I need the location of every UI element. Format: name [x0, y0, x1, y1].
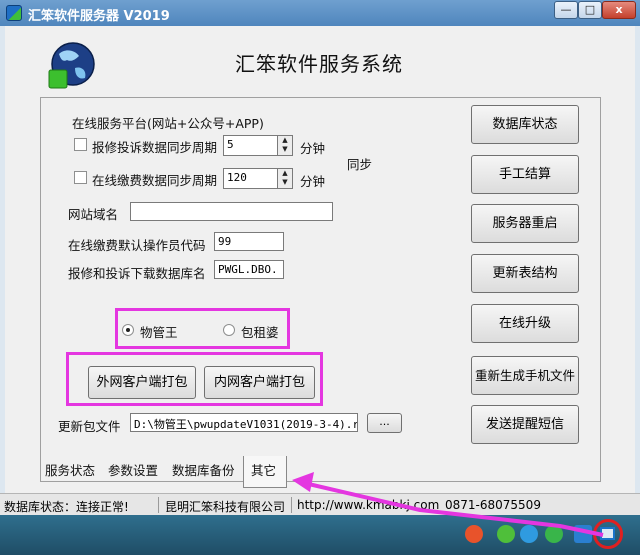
close-button[interactable]: x [602, 1, 636, 19]
sogou-input-icon[interactable] [465, 525, 483, 543]
internal-client-package-button[interactable]: 内网客户端打包 [204, 366, 315, 399]
app-tray-icon[interactable] [574, 525, 592, 543]
tab-database-backup[interactable]: 数据库备份 [172, 460, 235, 479]
maximize-button[interactable]: □ [578, 1, 602, 19]
tab-parameter-settings[interactable]: 参数设置 [108, 460, 158, 479]
repair-sync-label: 报修投诉数据同步周期 [92, 140, 218, 155]
db-status-button[interactable]: 数据库状态 [471, 105, 579, 144]
update-file-label: 更新包文件 [58, 419, 121, 434]
tab-other-label: 其它 [251, 463, 277, 478]
radio-baozupo-label: 包租婆 [241, 325, 279, 340]
repair-sync-unit: 分钟 [300, 141, 326, 156]
page-title: 汇笨软件服务系统 [235, 52, 403, 76]
status-bar: 数据库状态：连接正常! 昆明汇笨科技有限公司 http://www.kmabkj… [0, 493, 640, 515]
repair-sync-input[interactable]: 5 [223, 135, 278, 156]
external-client-package-button[interactable]: 外网客户端打包 [88, 366, 196, 399]
repair-sync-checkbox[interactable] [74, 138, 87, 151]
phone-text: 0871-68075509 [445, 498, 541, 512]
app-icon [6, 5, 22, 21]
server-tray-icon[interactable] [600, 527, 615, 540]
network-icon[interactable] [520, 525, 538, 543]
payment-sync-input[interactable]: 120 [223, 168, 278, 189]
update-table-structure-button[interactable]: 更新表结构 [471, 254, 579, 293]
website-text: http://www.kmabkj.com [297, 498, 440, 512]
operator-code-input[interactable]: 99 [214, 232, 284, 251]
tab-other[interactable]: 其它 [243, 456, 287, 488]
globe-logo-icon [48, 42, 95, 89]
sync-label: 同步 [347, 157, 373, 172]
minimize-button[interactable]: — [554, 1, 578, 19]
status-separator [158, 497, 159, 513]
server-restart-button[interactable]: 服务器重启 [471, 204, 579, 243]
online-upgrade-button[interactable]: 在线升级 [471, 304, 579, 343]
radio-baozupo[interactable] [223, 324, 235, 336]
repair-sync-spinner[interactable]: ▲ ▼ [277, 135, 293, 156]
taskbar [0, 515, 640, 555]
wechat-icon[interactable] [497, 525, 515, 543]
operator-code-label: 在线缴费默认操作员代码 [68, 238, 206, 253]
regenerate-mobile-file-button[interactable]: 重新生成手机文件 [471, 356, 579, 395]
payment-sync-unit: 分钟 [300, 174, 326, 189]
db-name-input[interactable]: PWGL.DBO. [214, 260, 284, 279]
payment-sync-label: 在线缴费数据同步周期 [92, 173, 218, 188]
browse-button[interactable]: ... [367, 413, 402, 433]
title-bar: 汇笨软件服务器 V2019 — □ x [0, 0, 640, 26]
browser-icon[interactable] [545, 525, 563, 543]
window-title: 汇笨软件服务器 V2019 [28, 9, 170, 24]
db-name-label: 报修和投诉下载数据库名 [68, 266, 206, 281]
online-platform-label: 在线服务平台(网站+公众号+APP) [72, 116, 264, 131]
radio-wuguanwang-label: 物管王 [140, 325, 178, 340]
manual-settlement-button[interactable]: 手工结算 [471, 155, 579, 194]
status-separator [291, 497, 292, 513]
tab-service-status[interactable]: 服务状态 [45, 460, 95, 479]
db-status-text: 数据库状态：连接正常! [4, 500, 129, 514]
update-file-input[interactable]: D:\物管王\pwupdateV1031(2019-3-4).r [130, 413, 358, 432]
company-text: 昆明汇笨科技有限公司 [165, 500, 286, 514]
domain-input[interactable] [130, 202, 333, 221]
payment-sync-checkbox[interactable] [74, 171, 87, 184]
payment-sync-spinner[interactable]: ▲ ▼ [277, 168, 293, 189]
send-reminder-sms-button[interactable]: 发送提醒短信 [471, 405, 579, 444]
domain-label: 网站域名 [68, 207, 119, 222]
radio-wuguanwang[interactable] [122, 324, 134, 336]
